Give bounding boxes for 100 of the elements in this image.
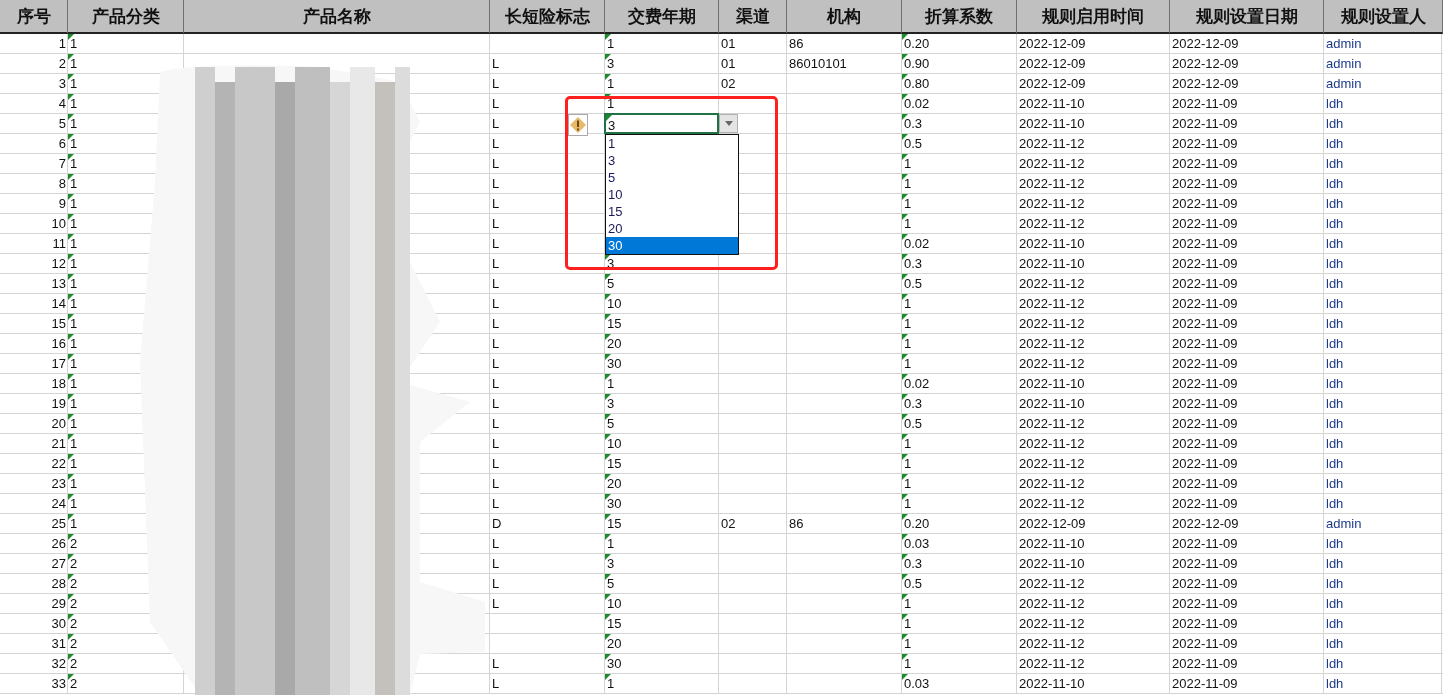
table-cell-text: 01 bbox=[720, 55, 737, 73]
table-cell-text: 02 bbox=[720, 75, 737, 93]
table-cell-text: 2022-11-09 bbox=[1171, 355, 1239, 373]
dropdown-option[interactable]: 1 bbox=[606, 135, 738, 152]
table-cell: 10 bbox=[605, 294, 624, 313]
table-cell: 1 bbox=[902, 634, 914, 653]
table-cell: 1 bbox=[902, 174, 914, 193]
table-cell-text: 2022-11-09 bbox=[1171, 575, 1239, 593]
row-number: 29 bbox=[50, 595, 67, 613]
dropdown-option[interactable]: 15 bbox=[606, 203, 738, 220]
column-header[interactable]: 长短险标志 bbox=[490, 0, 605, 34]
column-header[interactable]: 渠道 bbox=[719, 0, 787, 34]
table-cell-text: L bbox=[491, 55, 501, 73]
table-cell-text: 2022-11-12 bbox=[1018, 215, 1086, 233]
table-cell-text: ldh bbox=[1325, 495, 1345, 513]
dropdown-button[interactable] bbox=[719, 114, 738, 133]
table-cell-text: L bbox=[491, 255, 501, 273]
table-cell-text: admin bbox=[1325, 55, 1363, 73]
table-cell-text: 2022-12-09 bbox=[1171, 55, 1240, 73]
column-header[interactable]: 折算系数 bbox=[902, 0, 1017, 34]
row-number: 9 bbox=[57, 195, 67, 213]
table-cell: 0.5 bbox=[902, 274, 925, 293]
table-cell-text: 2022-11-09 bbox=[1171, 235, 1239, 253]
table-cell: 15 bbox=[605, 314, 624, 333]
column-header[interactable]: 机构 bbox=[787, 0, 902, 34]
table-cell: 0.3 bbox=[902, 254, 925, 273]
table-cell-text: ldh bbox=[1325, 135, 1345, 153]
row-number: 22 bbox=[50, 455, 67, 473]
table-cell-text: ldh bbox=[1325, 615, 1345, 633]
column-header[interactable]: 规则启用时间 bbox=[1017, 0, 1170, 34]
table-cell-text: 2022-11-10 bbox=[1018, 255, 1086, 273]
column-header[interactable]: 交费年期 bbox=[605, 0, 719, 34]
row-number: 2 bbox=[57, 55, 67, 73]
dropdown-option[interactable]: 5 bbox=[606, 169, 738, 186]
caret-icon bbox=[724, 121, 733, 126]
table-cell: 5 bbox=[605, 414, 617, 433]
table-cell-text: 2022-11-09 bbox=[1171, 175, 1239, 193]
table-cell: 1 bbox=[68, 334, 80, 353]
table-cell: 10 bbox=[605, 594, 624, 613]
table-cell-text: 2022-11-10 bbox=[1018, 535, 1086, 553]
table-cell: 2 bbox=[68, 614, 80, 633]
table-cell-text: ldh bbox=[1325, 215, 1345, 233]
table-cell-text: L bbox=[491, 235, 501, 253]
dropdown-option[interactable]: 30 bbox=[606, 237, 738, 254]
row-number: 10 bbox=[50, 215, 67, 233]
row-number: 21 bbox=[50, 435, 67, 453]
table-cell-text: ldh bbox=[1325, 255, 1345, 273]
column-header[interactable]: 产品分类 bbox=[68, 0, 184, 34]
table-cell: 1 bbox=[902, 454, 914, 473]
table-cell: 2 bbox=[68, 554, 80, 573]
column-header[interactable]: 产品名称 bbox=[184, 0, 490, 34]
table-cell: 1 bbox=[902, 474, 914, 493]
table-cell: 5 bbox=[605, 574, 617, 593]
table-cell-text: 2022-11-12 bbox=[1018, 295, 1086, 313]
row-number: 14 bbox=[50, 295, 67, 313]
warning-icon[interactable] bbox=[568, 114, 588, 136]
table-cell-text: ldh bbox=[1325, 635, 1345, 653]
table-cell-text: 2022-12-09 bbox=[1018, 35, 1087, 53]
table-cell: 1 bbox=[68, 234, 80, 253]
table-cell-text: ldh bbox=[1325, 435, 1345, 453]
row-number: 8 bbox=[57, 175, 67, 193]
row-number: 30 bbox=[50, 615, 67, 633]
dropdown-option[interactable]: 20 bbox=[606, 220, 738, 237]
row-number: 16 bbox=[50, 335, 67, 353]
table-cell-text: ldh bbox=[1325, 175, 1345, 193]
table-cell: 1 bbox=[902, 314, 914, 333]
table-cell-text: ldh bbox=[1325, 575, 1345, 593]
active-cell[interactable]: 3 bbox=[604, 113, 719, 134]
column-header[interactable]: 序号 bbox=[0, 0, 68, 34]
table-cell-text: 2022-11-12 bbox=[1018, 435, 1086, 453]
table-cell-text: 2022-11-09 bbox=[1171, 435, 1239, 453]
table-cell-text: D bbox=[491, 515, 503, 533]
table-cell: 0.3 bbox=[902, 394, 925, 413]
table-cell-text: 2022-11-10 bbox=[1018, 675, 1086, 693]
table-cell-text: L bbox=[491, 655, 501, 673]
table-cell: 1 bbox=[68, 114, 80, 133]
dropdown-option[interactable]: 3 bbox=[606, 152, 738, 169]
table-cell-text: L bbox=[491, 475, 501, 493]
table-cell-text: 2022-11-09 bbox=[1171, 595, 1239, 613]
table-cell: 20 bbox=[605, 634, 624, 653]
table-cell: 30 bbox=[605, 654, 624, 673]
table-cell-text: 2022-11-09 bbox=[1171, 195, 1239, 213]
column-header[interactable]: 规则设置人 bbox=[1324, 0, 1443, 34]
table-cell: 1 bbox=[902, 214, 914, 233]
table-cell: 0.20 bbox=[902, 514, 932, 533]
column-header[interactable]: 规则设置日期 bbox=[1170, 0, 1324, 34]
table-cell: 1 bbox=[68, 254, 80, 273]
table-cell-text: L bbox=[491, 595, 501, 613]
table-cell: 2 bbox=[68, 574, 80, 593]
table-cell: 2 bbox=[68, 594, 80, 613]
table-cell: 20 bbox=[605, 334, 624, 353]
table-cell-text: ldh bbox=[1325, 555, 1345, 573]
dropdown-option[interactable]: 10 bbox=[606, 186, 738, 203]
table-cell-text: L bbox=[491, 335, 501, 353]
table-cell-text: ldh bbox=[1325, 155, 1345, 173]
table-cell: 3 bbox=[605, 394, 617, 413]
table-cell-text: 2022-11-09 bbox=[1171, 95, 1239, 113]
table-cell-text: 2022-11-12 bbox=[1018, 595, 1086, 613]
table-cell-text: 01 bbox=[720, 35, 737, 53]
table-cell: 1 bbox=[902, 294, 914, 313]
